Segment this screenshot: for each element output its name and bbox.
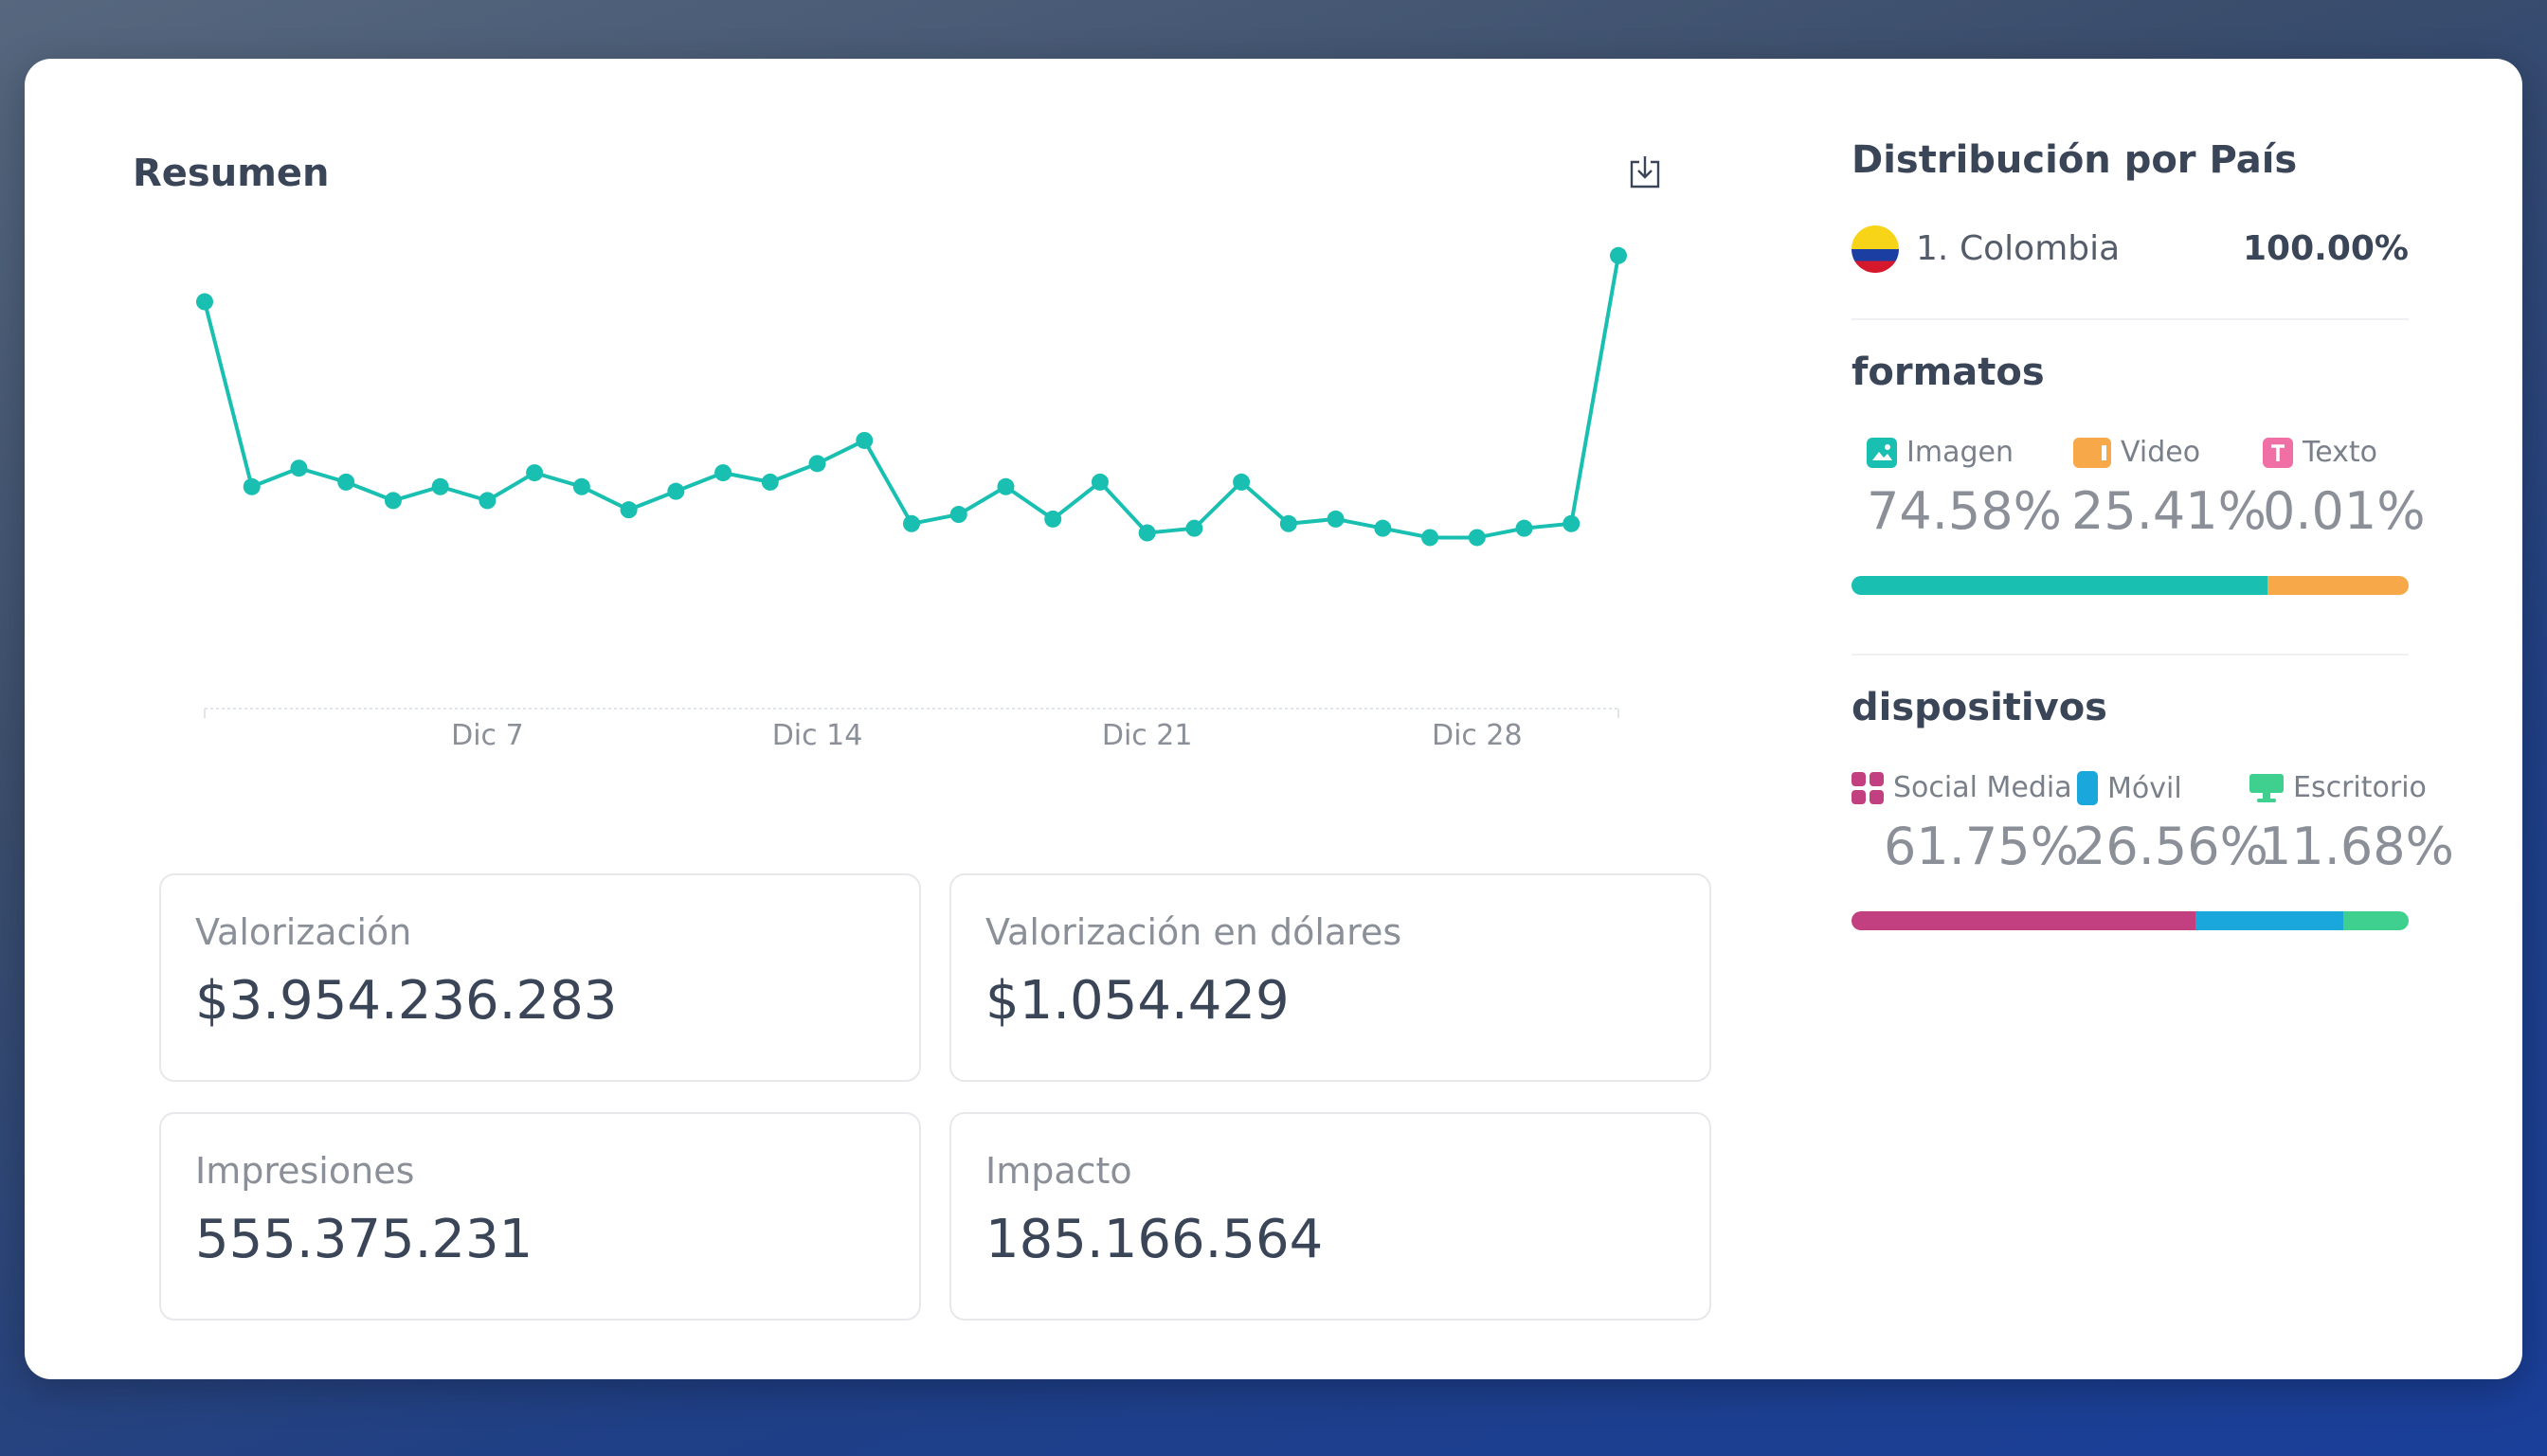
data-point[interactable]	[997, 477, 1015, 495]
stat-card-valorizacion-usd: Valorización en dólares $1.054.429	[949, 873, 1711, 1082]
legend-label: Texto	[2303, 436, 2378, 469]
data-point[interactable]	[1421, 529, 1439, 547]
country-name: Colombia	[1960, 229, 2121, 268]
stat-label: Valorización en dólares	[985, 911, 1402, 953]
summary-title: Resumen	[133, 152, 330, 195]
data-point[interactable]	[196, 293, 213, 311]
data-point[interactable]	[1185, 519, 1203, 537]
stat-label: Impacto	[985, 1150, 1132, 1192]
text-icon	[2263, 437, 2293, 468]
bar-segment	[2343, 911, 2409, 930]
divider	[1852, 654, 2409, 656]
x-tick-label: Dic 7	[451, 719, 524, 752]
dispositivos-escritorio-pct: 11.68%	[2259, 817, 2454, 876]
formatos-imagen-pct: 74.58%	[1867, 481, 2062, 541]
data-point[interactable]	[1233, 473, 1251, 491]
data-point[interactable]	[337, 473, 355, 491]
x-tick-label: Dic 28	[1432, 719, 1523, 752]
bar-segment	[2195, 911, 2344, 930]
data-point[interactable]	[856, 431, 874, 449]
stat-label: Impresiones	[195, 1150, 415, 1192]
data-point[interactable]	[1091, 473, 1109, 491]
data-point[interactable]	[808, 455, 826, 473]
data-point[interactable]	[1515, 519, 1533, 537]
data-point[interactable]	[572, 477, 590, 495]
legend-label: Social Media	[1893, 771, 2072, 804]
stat-value: 555.375.231	[195, 1209, 533, 1270]
country-row: 1. Colombia 100.00%	[1852, 224, 2409, 277]
stat-value: $1.054.429	[985, 970, 1290, 1032]
legend-label: Imagen	[1906, 436, 2014, 469]
bar-segment	[2267, 576, 2409, 595]
stat-card-valorizacion: Valorización $3.954.236.283	[159, 873, 921, 1082]
download-icon	[1630, 156, 1660, 189]
dispositivos-heading: dispositivos	[1852, 686, 2107, 729]
data-point[interactable]	[1327, 510, 1345, 528]
data-point[interactable]	[667, 482, 685, 500]
formatos-stacked-bar	[1852, 576, 2409, 595]
legend-texto: Texto	[2263, 436, 2377, 469]
dispositivos-social-pct: 61.75%	[1884, 817, 2079, 876]
stat-card-impacto: Impacto 185.166.564	[949, 1112, 1711, 1321]
country-heading: Distribución por País	[1852, 138, 2298, 182]
data-point[interactable]	[949, 506, 967, 524]
formatos-heading: formatos	[1852, 351, 2045, 394]
data-point[interactable]	[1279, 514, 1297, 532]
stat-value: 185.166.564	[985, 1209, 1324, 1270]
dispositivos-movil-pct: 26.56%	[2073, 817, 2268, 876]
dispositivos-stacked-bar	[1852, 911, 2409, 930]
colombia-flag-icon	[1852, 225, 1899, 273]
video-icon	[2073, 437, 2111, 468]
grid-icon	[1852, 771, 1884, 804]
data-point[interactable]	[1374, 519, 1392, 537]
data-point[interactable]	[1468, 529, 1486, 547]
data-point[interactable]	[620, 501, 638, 519]
stat-label: Valorización	[195, 911, 412, 953]
legend-label: Escritorio	[2293, 771, 2427, 804]
divider	[1852, 318, 2409, 320]
data-point[interactable]	[290, 459, 308, 477]
stat-value: $3.954.236.283	[195, 970, 618, 1032]
summary-line-chart: Dic 7 Dic 14 Dic 21 Dic 28	[152, 227, 1630, 777]
data-point[interactable]	[384, 492, 402, 510]
data-point[interactable]	[1044, 510, 1062, 528]
x-tick-label: Dic 21	[1102, 719, 1193, 752]
data-point[interactable]	[1138, 524, 1156, 542]
data-point[interactable]	[1563, 514, 1581, 532]
data-point[interactable]	[243, 477, 261, 495]
data-point[interactable]	[903, 514, 920, 532]
data-point[interactable]	[1610, 246, 1627, 264]
country-percentage: 100.00%	[2243, 229, 2409, 268]
bar-segment	[1852, 576, 2267, 595]
formatos-texto-pct: 0.01%	[2263, 481, 2426, 541]
mobile-icon	[2077, 771, 2098, 805]
line-chart-svg: Dic 7 Dic 14 Dic 21 Dic 28	[196, 246, 1627, 752]
legend-label: Móvil	[2107, 771, 2182, 805]
legend-escritorio: Escritorio	[2249, 771, 2427, 804]
legend-imagen: Imagen	[1867, 436, 2014, 469]
data-point[interactable]	[431, 477, 449, 495]
country-rank: 1.	[1916, 229, 1949, 268]
legend-video: Video	[2073, 436, 2200, 469]
series-line	[203, 255, 1620, 540]
bar-segment	[1852, 911, 2196, 930]
x-tick-label: Dic 14	[772, 719, 863, 752]
legend-label: Video	[2121, 436, 2201, 469]
legend-movil: Móvil	[2077, 771, 2182, 805]
image-icon	[1867, 437, 1897, 468]
data-point[interactable]	[526, 464, 544, 482]
stat-card-impresiones: Impresiones 555.375.231	[159, 1112, 921, 1321]
legend-social-media: Social Media	[1852, 771, 2072, 804]
formatos-video-pct: 25.41%	[2071, 481, 2267, 541]
data-point[interactable]	[761, 473, 779, 491]
data-point[interactable]	[479, 492, 497, 510]
desktop-icon	[2249, 772, 2284, 804]
download-button[interactable]	[1626, 153, 1664, 191]
data-point[interactable]	[714, 464, 732, 482]
